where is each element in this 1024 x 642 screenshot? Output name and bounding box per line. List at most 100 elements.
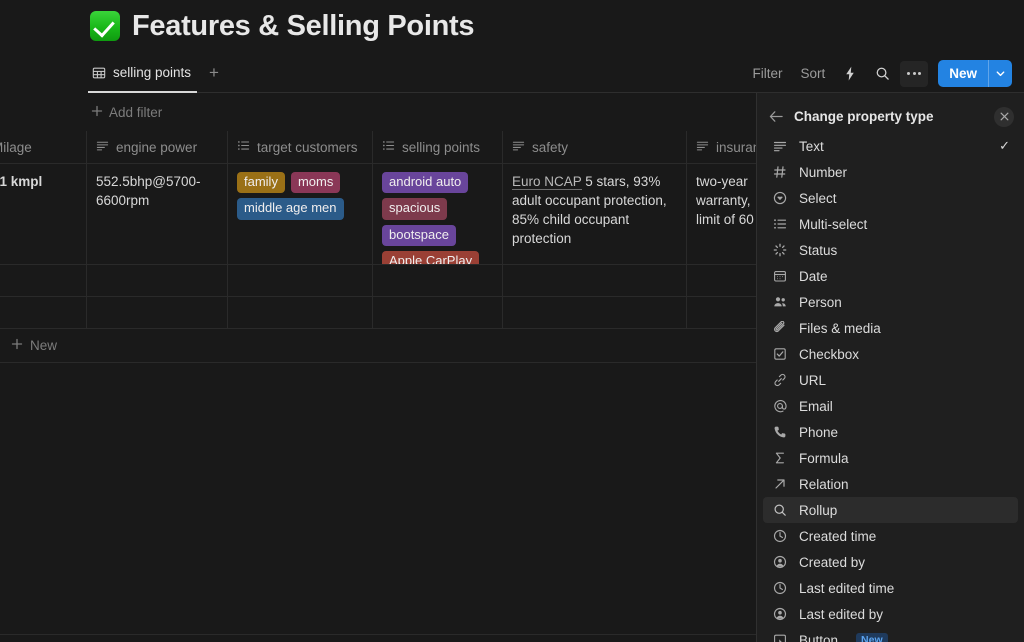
cell-milage[interactable] — [0, 265, 87, 296]
menu-item-number[interactable]: Number — [763, 159, 1018, 185]
cell-target-customers[interactable] — [228, 265, 373, 296]
add-filter-button[interactable]: Add filter — [91, 105, 162, 120]
cell-milage[interactable] — [0, 297, 87, 328]
clock-icon — [771, 529, 788, 543]
column-header-engine-power[interactable]: engine power — [87, 131, 228, 163]
page-header: Features & Selling Points — [0, 0, 1024, 52]
menu-item-label: Last edited by — [799, 607, 1010, 622]
calendar-icon — [771, 269, 788, 283]
menu-item-label: Button — [799, 633, 838, 642]
tag-group: family moms middle age men — [237, 172, 363, 220]
menu-item-created-by[interactable]: Created by — [763, 549, 1018, 575]
tag[interactable]: android auto — [382, 172, 468, 193]
menu-item-multi-select[interactable]: Multi-select — [763, 211, 1018, 237]
arrow-left-icon[interactable] — [769, 110, 784, 123]
cell-insurance[interactable]: two-year warranty, limit of 60 — [687, 164, 767, 264]
add-view-button[interactable]: + — [205, 62, 223, 83]
plus-icon — [91, 105, 103, 120]
menu-item-label: Created by — [799, 555, 1010, 570]
tag[interactable]: moms — [291, 172, 340, 193]
cell-link-text[interactable]: Euro NCAP — [512, 174, 582, 190]
cell-value: 552.5bhp@5700-6600rpm — [96, 174, 201, 208]
column-label: engine power — [116, 140, 197, 155]
menu-item-label: Created time — [799, 529, 1010, 544]
search-icon[interactable] — [868, 61, 896, 87]
menu-item-files-media[interactable]: Files & media — [763, 315, 1018, 341]
menu-item-rollup[interactable]: Rollup — [763, 497, 1018, 523]
menu-item-relation[interactable]: Relation — [763, 471, 1018, 497]
at-sign-icon — [771, 399, 788, 413]
menu-item-last-edited-time[interactable]: Last edited time — [763, 575, 1018, 601]
panel-title: Change property type — [794, 109, 984, 124]
cell-selling-points[interactable]: android auto spacious bootspace Apple Ca… — [373, 164, 503, 264]
menu-item-checkbox[interactable]: Checkbox — [763, 341, 1018, 367]
tag[interactable]: spacious — [382, 198, 447, 219]
menu-item-person[interactable]: Person — [763, 289, 1018, 315]
ellipsis-icon[interactable] — [900, 61, 928, 87]
menu-item-formula[interactable]: Formula — [763, 445, 1018, 471]
cell-engine-power[interactable]: 552.5bhp@5700-6600rpm — [87, 164, 228, 264]
paperclip-icon — [771, 321, 788, 335]
magnifier-icon — [771, 503, 788, 517]
menu-item-label: Person — [799, 295, 1010, 310]
new-badge: New — [856, 633, 888, 642]
menu-item-date[interactable]: Date — [763, 263, 1018, 289]
new-button[interactable]: New — [938, 60, 1012, 87]
tag[interactable]: middle age men — [237, 198, 344, 219]
cell-safety[interactable]: Euro NCAP 5 stars, 93% adult occupant pr… — [503, 164, 687, 264]
sort-button[interactable]: Sort — [793, 62, 832, 85]
menu-item-label: Select — [799, 191, 1010, 206]
chevron-down-icon[interactable] — [988, 60, 1012, 87]
column-header-target-customers[interactable]: target customers — [228, 131, 373, 163]
column-header-safety[interactable]: safety — [503, 131, 687, 163]
menu-item-select[interactable]: Select — [763, 185, 1018, 211]
menu-item-last-edited-by[interactable]: Last edited by — [763, 601, 1018, 627]
cell-selling-points[interactable] — [373, 297, 503, 328]
cell-insurance[interactable] — [687, 297, 767, 328]
menu-item-label: Formula — [799, 451, 1010, 466]
column-header-insurance[interactable]: insurance — [687, 131, 767, 163]
column-header-milage[interactable]: Milage — [0, 131, 87, 163]
add-filter-label: Add filter — [109, 105, 162, 120]
cell-value: 41 kmpl — [0, 174, 42, 189]
button-cursor-icon — [771, 633, 788, 642]
cell-target-customers[interactable]: family moms middle age men — [228, 164, 373, 264]
change-property-type-panel: Change property type Text ✓ Number Selec… — [756, 93, 1024, 642]
white-check-mark-emoji[interactable] — [90, 11, 120, 41]
person-circle-icon — [771, 607, 788, 621]
cell-safety[interactable] — [503, 265, 687, 296]
menu-item-label: Multi-select — [799, 217, 1010, 232]
cell-selling-points[interactable] — [373, 265, 503, 296]
cell-target-customers[interactable] — [228, 297, 373, 328]
lightning-bolt-icon[interactable] — [836, 61, 864, 87]
close-icon[interactable] — [994, 107, 1014, 127]
tag[interactable]: family — [237, 172, 285, 193]
cell-engine-power[interactable] — [87, 265, 228, 296]
text-property-icon — [96, 139, 109, 155]
menu-item-status[interactable]: Status — [763, 237, 1018, 263]
cell-insurance[interactable] — [687, 265, 767, 296]
cell-safety[interactable] — [503, 297, 687, 328]
tag[interactable]: bootspace — [382, 225, 456, 246]
column-label: safety — [532, 140, 568, 155]
link-icon — [771, 373, 788, 387]
tab-selling-points[interactable]: selling points — [88, 60, 197, 93]
cell-milage[interactable]: 41 kmpl — [0, 164, 87, 264]
menu-item-phone[interactable]: Phone — [763, 419, 1018, 445]
cell-engine-power[interactable] — [87, 297, 228, 328]
notion-database-page: Features & Selling Points selling points… — [0, 0, 1024, 642]
column-header-selling-points[interactable]: selling points — [373, 131, 503, 163]
plus-icon — [11, 338, 23, 353]
menu-item-label: Number — [799, 165, 1010, 180]
menu-item-label: Status — [799, 243, 1010, 258]
menu-item-text[interactable]: Text ✓ — [763, 133, 1018, 159]
menu-item-email[interactable]: Email — [763, 393, 1018, 419]
column-label: target customers — [257, 140, 358, 155]
tag[interactable]: Apple CarPlay — [382, 251, 479, 264]
menu-item-created-time[interactable]: Created time — [763, 523, 1018, 549]
tag-group: android auto spacious bootspace Apple Ca… — [382, 172, 493, 264]
menu-item-label: Last edited time — [799, 581, 1010, 596]
filter-button[interactable]: Filter — [745, 62, 789, 85]
menu-item-url[interactable]: URL — [763, 367, 1018, 393]
menu-item-button[interactable]: Button New — [763, 627, 1018, 642]
